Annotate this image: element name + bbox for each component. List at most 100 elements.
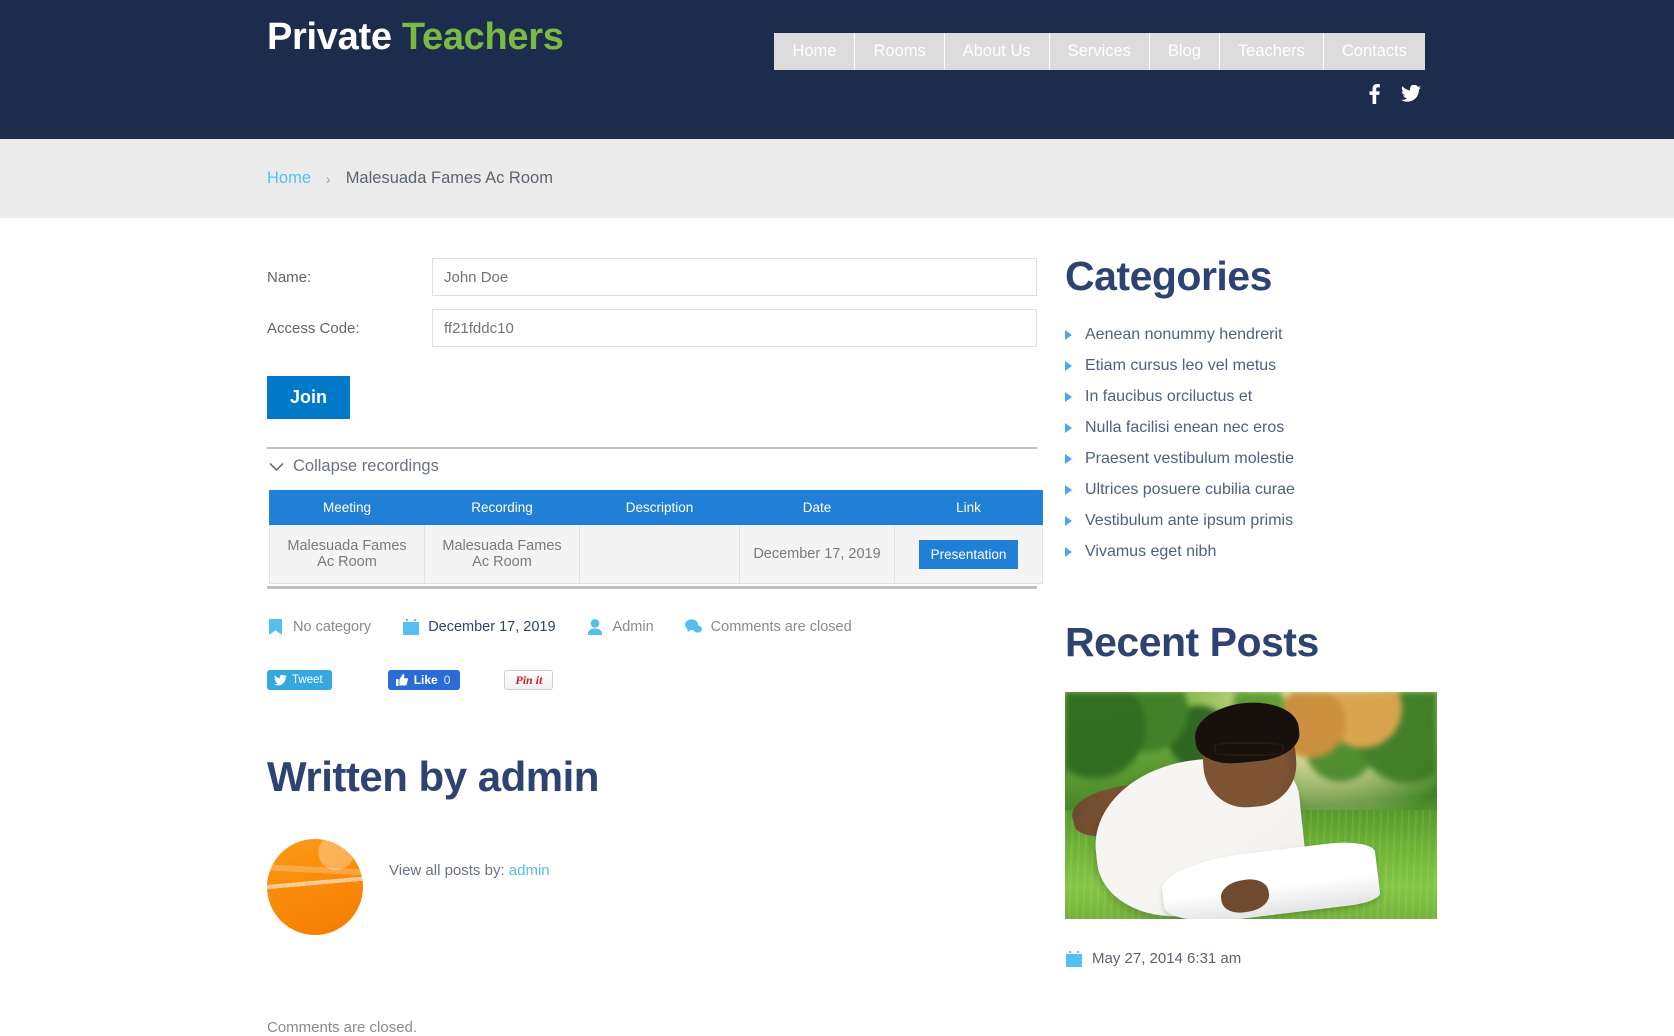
sidebar-item-category-3[interactable]: Nulla facilisi enean nec eros xyxy=(1085,419,1284,437)
breadcrumb-current-page: Malesuada Fames Ac Room xyxy=(345,169,553,187)
facebook-icon[interactable] xyxy=(1364,83,1384,105)
comment-icon xyxy=(684,618,702,635)
name-row: Name: xyxy=(267,258,1037,296)
sidebar-item-category-4[interactable]: Praesent vestibulum molestie xyxy=(1085,450,1294,468)
recent-posts-title: Recent Posts xyxy=(1065,619,1319,665)
main-content: Name: Access Code: Join Collapse recordi… xyxy=(267,218,1043,1036)
access-code-label: Access Code: xyxy=(267,319,360,337)
breadcrumb-separator-icon: › xyxy=(326,170,331,187)
user-icon xyxy=(587,618,604,635)
breadcrumb-bar: Home › Malesuada Fames Ac Room xyxy=(0,139,1674,218)
twitter-bird-icon xyxy=(274,674,287,686)
categories-title: Categories xyxy=(1065,253,1272,299)
meta-date-link[interactable]: December 17, 2019 xyxy=(428,619,555,635)
photo-glasses xyxy=(1213,741,1285,756)
pinterest-pin-button[interactable]: Pin it xyxy=(504,670,554,690)
page-body: Name: Access Code: Join Collapse recordi… xyxy=(249,218,1437,1036)
meta-category-label: No category xyxy=(293,618,372,635)
meta-author[interactable]: Admin xyxy=(587,618,654,635)
header-inner: Private Teachers Home Rooms About Us Ser… xyxy=(249,0,1425,139)
recordings-table-head: Meeting Recording Description Date Link xyxy=(269,490,1043,525)
nav-item-about-us[interactable]: About Us xyxy=(943,33,1049,70)
logo-primary-text: Private xyxy=(267,16,392,58)
triangle-bullet-icon xyxy=(1065,361,1072,371)
list-item[interactable]: Etiam cursus leo vel metus xyxy=(1065,357,1437,375)
join-button[interactable]: Join xyxy=(267,376,351,419)
recent-post-thumbnail[interactable] xyxy=(1065,692,1437,919)
triangle-bullet-icon xyxy=(1065,330,1072,340)
author-meta: View all posts by: admin xyxy=(389,839,550,935)
table-row: Malesuada Fames Ac Room Malesuada Fames … xyxy=(269,524,1043,584)
view-all-posts-label: View all posts by: xyxy=(389,862,505,879)
bookmark-icon xyxy=(267,618,284,635)
meta-comments: Comments are closed xyxy=(684,618,852,635)
recent-post-date-link[interactable]: May 27, 2014 6:31 am xyxy=(1092,950,1241,967)
nav-item-rooms[interactable]: Rooms xyxy=(854,33,943,70)
page-title: Written by admin xyxy=(267,753,599,800)
presentation-link-button[interactable]: Presentation xyxy=(918,539,1019,569)
cell-recording: Malesuada Fames Ac Room xyxy=(424,524,580,584)
sidebar-item-category-0[interactable]: Aenean nonummy hendrerit xyxy=(1085,326,1282,344)
header-social-links xyxy=(1364,83,1421,105)
calendar-icon xyxy=(402,618,419,635)
list-item[interactable]: In faucibus orciluctus et xyxy=(1065,388,1437,406)
sidebar-item-category-1[interactable]: Etiam cursus leo vel metus xyxy=(1085,357,1276,375)
logo-secondary-text: Teachers xyxy=(401,16,564,58)
list-item[interactable]: Vestibulum ante ipsum primis xyxy=(1065,512,1437,530)
sidebar-item-category-7[interactable]: Vivamus eget nibh xyxy=(1085,543,1216,561)
list-item[interactable]: Vivamus eget nibh xyxy=(1065,543,1437,561)
cell-date: December 17, 2019 xyxy=(739,524,895,584)
triangle-bullet-icon xyxy=(1065,454,1072,464)
cell-description xyxy=(579,524,740,584)
collapse-recordings-label: Collapse recordings xyxy=(293,457,439,475)
nav-item-contacts[interactable]: Contacts xyxy=(1322,33,1425,70)
breadcrumb-home-link[interactable]: Home xyxy=(267,169,311,188)
sidebar-item-category-2[interactable]: In faucibus orciluctus et xyxy=(1085,388,1252,406)
column-header-recording: Recording xyxy=(424,490,580,525)
chevron-down-icon xyxy=(269,462,284,472)
recordings-section: Collapse recordings Meeting Recording De… xyxy=(267,447,1043,589)
list-item[interactable]: Ultrices posuere cubilia curae xyxy=(1065,481,1437,499)
name-label: Name: xyxy=(267,268,312,286)
recordings-table-body: Malesuada Fames Ac Room Malesuada Fames … xyxy=(269,524,1043,584)
name-input[interactable] xyxy=(432,258,1037,296)
nav-item-home[interactable]: Home xyxy=(774,33,854,70)
facebook-like-button[interactable]: Like 0 xyxy=(387,670,461,690)
list-item[interactable]: Nulla facilisi enean nec eros xyxy=(1065,419,1437,437)
recordings-table: Meeting Recording Description Date Link … xyxy=(269,490,1043,584)
nav-item-blog[interactable]: Blog xyxy=(1148,33,1219,70)
sidebar-item-category-5[interactable]: Ultrices posuere cubilia curae xyxy=(1085,481,1295,499)
sidebar: Categories Aenean nonummy hendrerit Etia… xyxy=(1065,218,1437,1036)
author-box: View all posts by: admin xyxy=(267,839,1037,935)
triangle-bullet-icon xyxy=(1065,547,1072,557)
table-header-row: Meeting Recording Description Date Link xyxy=(269,490,1043,525)
categories-list: Aenean nonummy hendrerit Etiam cursus le… xyxy=(1065,326,1437,561)
meta-comments-label: Comments are closed xyxy=(710,618,852,635)
list-item[interactable]: Aenean nonummy hendrerit xyxy=(1065,326,1437,344)
sidebar-item-category-6[interactable]: Vestibulum ante ipsum primis xyxy=(1085,512,1293,530)
meta-category[interactable]: No category xyxy=(267,618,371,635)
cell-meeting: Malesuada Fames Ac Room xyxy=(269,524,425,584)
triangle-bullet-icon xyxy=(1065,516,1072,526)
triangle-bullet-icon xyxy=(1065,423,1072,433)
avatar xyxy=(267,839,363,935)
main-navigation[interactable]: Home Rooms About Us Services Blog Teache… xyxy=(774,33,1425,70)
column-header-link: Link xyxy=(894,490,1043,525)
recordings-bottom-divider xyxy=(267,586,1037,589)
meta-date[interactable]: December 17, 2019 xyxy=(402,618,556,635)
tweet-button[interactable]: Tweet xyxy=(267,670,332,690)
nav-item-teachers[interactable]: Teachers xyxy=(1218,33,1323,70)
site-header: Private Teachers Home Rooms About Us Ser… xyxy=(0,0,1674,139)
list-item[interactable]: Praesent vestibulum molestie xyxy=(1065,450,1437,468)
access-code-input[interactable] xyxy=(432,309,1037,347)
twitter-icon[interactable] xyxy=(1401,83,1421,105)
tweet-button-label: Tweet xyxy=(292,674,323,686)
access-code-row: Access Code: xyxy=(267,309,1037,347)
collapse-recordings-toggle[interactable]: Collapse recordings xyxy=(267,449,1037,490)
author-profile-link[interactable]: admin xyxy=(509,862,550,879)
thumbs-up-icon xyxy=(395,674,408,686)
column-header-meeting: Meeting xyxy=(269,490,425,525)
nav-item-services[interactable]: Services xyxy=(1048,33,1149,70)
post-meta: No category December 17, 2019 Admin Comm… xyxy=(267,618,1037,635)
site-logo[interactable]: Private Teachers xyxy=(267,16,564,59)
